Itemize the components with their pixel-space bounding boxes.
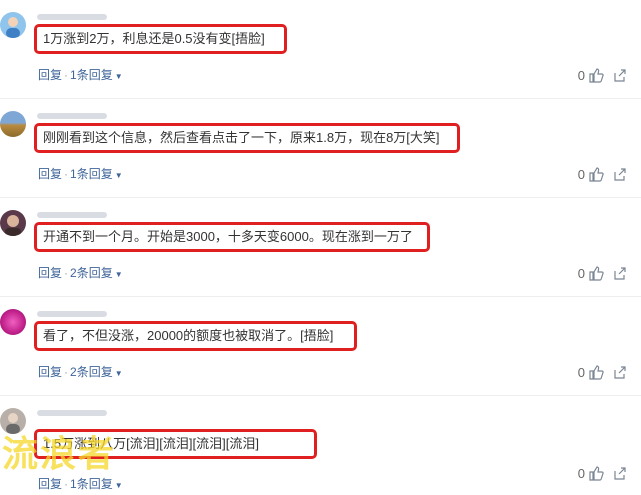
comment-item: 刚刚看到这个信息，然后查看点击了一下，原来1.8万，现在8万[大笑] 回复 · 1条… — [0, 99, 641, 198]
comment-actions: 回复 · 1条回复 ▼ — [38, 67, 123, 85]
like-area: 0 — [578, 264, 627, 282]
replies-count-label: 1条回复 — [70, 68, 113, 82]
comment-text: 1万涨到2万，利息还是0.5没有变[捂脸] — [34, 24, 287, 54]
comment-text: 开通不到一个月。开始是3000，十多天变6000。现在涨到一万了 — [34, 222, 430, 252]
replies-count-label: 2条回复 — [70, 365, 113, 379]
comment-item: 开通不到一个月。开始是3000，十多天变6000。现在涨到一万了 回复 · 2条回复… — [0, 198, 641, 297]
comment-item: 1万涨到2万，利息还是0.5没有变[捂脸] 回复 · 1条回复 ▼ 0 — [0, 0, 641, 99]
replies-count-label: 2条回复 — [70, 266, 113, 280]
separator-dot: · — [64, 365, 69, 379]
like-count: 0 — [577, 364, 585, 380]
share-icon[interactable] — [613, 167, 627, 181]
user-name[interactable] — [37, 410, 107, 416]
replies-count-label: 1条回复 — [70, 167, 113, 181]
like-area: 0 — [578, 464, 627, 482]
like-area: 0 — [578, 66, 627, 84]
view-replies-button[interactable]: 1条回复 ▼ — [70, 68, 123, 82]
avatar[interactable] — [0, 309, 26, 335]
comment-text: 刚刚看到这个信息，然后查看点击了一下，原来1.8万，现在8万[大笑] — [34, 123, 460, 153]
watermark: 流浪者 — [2, 434, 117, 475]
avatar[interactable] — [0, 111, 26, 137]
like-count: 0 — [577, 67, 585, 83]
thumbs-up-icon[interactable] — [588, 166, 604, 182]
like-count: 0 — [577, 166, 585, 182]
thumbs-up-icon[interactable] — [588, 364, 604, 380]
like-area: 0 — [578, 363, 627, 381]
share-icon[interactable] — [613, 365, 627, 379]
like-area: 0 — [578, 165, 627, 183]
user-name[interactable] — [37, 14, 107, 20]
replies-count-label: 1条回复 — [70, 477, 113, 491]
share-icon[interactable] — [613, 266, 627, 280]
user-name[interactable] — [37, 113, 107, 119]
chevron-down-icon: ▼ — [114, 270, 123, 279]
reply-button[interactable]: 回复 — [38, 266, 62, 280]
chevron-down-icon: ▼ — [114, 72, 123, 81]
user-name[interactable] — [37, 212, 107, 218]
view-replies-button[interactable]: 1条回复 ▼ — [70, 167, 123, 181]
reply-button[interactable]: 回复 — [38, 477, 62, 491]
reply-button[interactable]: 回复 — [38, 167, 62, 181]
view-replies-button[interactable]: 2条回复 ▼ — [70, 266, 123, 280]
thumbs-up-icon[interactable] — [588, 465, 604, 481]
comment-actions: 回复 · 2条回复 ▼ — [38, 265, 123, 283]
comment-text: 看了，不但没涨，20000的额度也被取消了。[捂脸] — [34, 321, 357, 351]
user-name[interactable] — [37, 311, 107, 317]
comment-actions: 回复 · 1条回复 ▼ — [38, 476, 123, 494]
avatar[interactable] — [0, 210, 26, 236]
like-count: 0 — [577, 265, 585, 281]
thumbs-up-icon[interactable] — [588, 265, 604, 281]
avatar[interactable] — [0, 12, 26, 38]
separator-dot: · — [64, 68, 69, 82]
view-replies-button[interactable]: 1条回复 ▼ — [70, 477, 123, 491]
separator-dot: · — [64, 167, 69, 181]
reply-button[interactable]: 回复 — [38, 365, 62, 379]
separator-dot: · — [64, 266, 69, 280]
share-icon[interactable] — [613, 68, 627, 82]
reply-button[interactable]: 回复 — [38, 68, 62, 82]
chevron-down-icon: ▼ — [114, 369, 123, 378]
thumbs-up-icon[interactable] — [588, 67, 604, 83]
chevron-down-icon: ▼ — [114, 171, 123, 180]
comment-actions: 回复 · 2条回复 ▼ — [38, 364, 123, 382]
view-replies-button[interactable]: 2条回复 ▼ — [70, 365, 123, 379]
like-count: 0 — [577, 465, 585, 481]
chevron-down-icon: ▼ — [114, 481, 123, 490]
separator-dot: · — [64, 477, 69, 491]
comment-actions: 回复 · 1条回复 ▼ — [38, 166, 123, 184]
comment-item: 看了，不但没涨，20000的额度也被取消了。[捂脸] 回复 · 2条回复 ▼ 0 — [0, 297, 641, 396]
share-icon[interactable] — [613, 466, 627, 480]
